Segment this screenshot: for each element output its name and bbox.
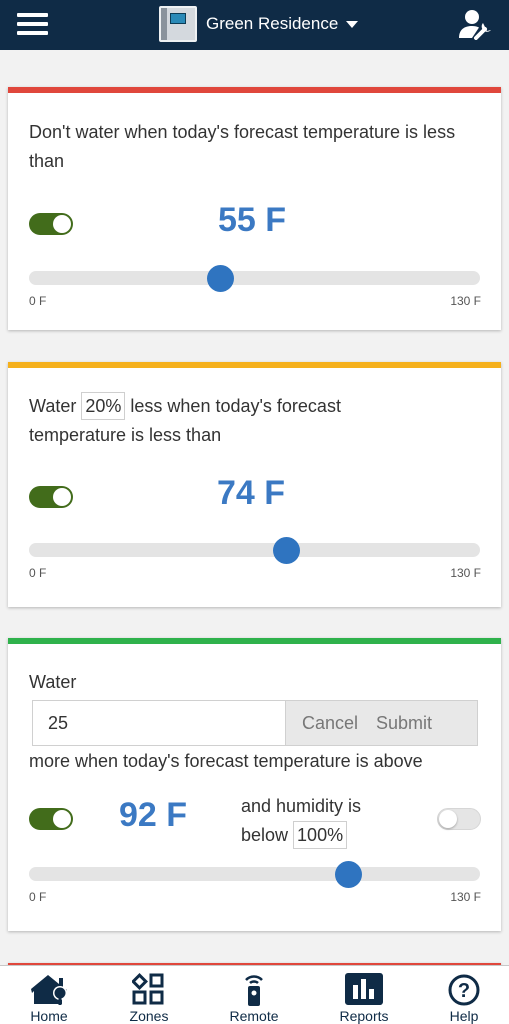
- nav-help[interactable]: ? Help: [419, 966, 509, 1024]
- bottom-nav: Home Zones Remote Reports ? Help: [0, 965, 509, 1024]
- reports-icon: [345, 973, 383, 1005]
- humidity-text: and humidity is below 100%: [241, 792, 401, 850]
- slider-max-label: 130 F: [450, 566, 481, 580]
- rule-text-suffix: more when today's forecast temperature i…: [29, 751, 423, 771]
- slider-min-label: 0 F: [29, 890, 47, 904]
- nav-zones[interactable]: Zones: [104, 966, 194, 1024]
- controller-name: Green Residence: [206, 14, 339, 33]
- percent-field[interactable]: 20%: [81, 392, 126, 420]
- zones-icon: [132, 973, 164, 1005]
- rule-enable-toggle[interactable]: [29, 486, 73, 508]
- controller-selector[interactable]: Green Residence: [159, 5, 359, 43]
- nav-reports[interactable]: Reports: [319, 966, 409, 1024]
- user-settings-icon[interactable]: [458, 8, 492, 40]
- nav-label: Reports: [339, 1008, 389, 1024]
- slider-max-label: 130 F: [450, 294, 481, 308]
- water-more-input[interactable]: 25: [33, 701, 286, 745]
- rule-card-dont-water: Don't water when today's forecast temper…: [8, 87, 501, 330]
- humidity-text-line1: and humidity is: [241, 796, 362, 816]
- temperature-slider[interactable]: [29, 537, 480, 564]
- humidity-text-line2: below: [241, 825, 289, 845]
- nav-label: Help: [449, 1008, 479, 1024]
- submit-button[interactable]: Submit: [369, 713, 439, 734]
- temperature-slider[interactable]: [29, 265, 480, 292]
- home-icon: [31, 975, 67, 1005]
- chevron-down-icon: [346, 20, 359, 28]
- slider-thumb[interactable]: [272, 537, 300, 564]
- cancel-button[interactable]: Cancel: [295, 713, 365, 734]
- rule-text-prefix: Water: [29, 672, 77, 692]
- nav-label: Home: [30, 1008, 68, 1024]
- remote-icon: [245, 975, 263, 1006]
- top-bar: Green Residence: [0, 0, 509, 50]
- humidity-enable-toggle[interactable]: [437, 808, 481, 830]
- humidity-field[interactable]: 100%: [293, 821, 348, 849]
- help-icon: ?: [448, 974, 480, 1006]
- rule-text: Water 20% less when today's forecast tem…: [29, 392, 484, 450]
- nav-home[interactable]: Home: [4, 966, 94, 1024]
- nav-remote[interactable]: Remote: [209, 966, 299, 1024]
- rule-enable-toggle[interactable]: [29, 213, 73, 235]
- rule-text: Don't water when today's forecast temper…: [29, 122, 456, 171]
- temperature-value: 92 F: [119, 796, 188, 834]
- svg-text:?: ?: [458, 980, 470, 1002]
- slider-thumb[interactable]: [206, 265, 234, 292]
- rule-card-water-less: Water 20% less when today's forecast tem…: [8, 362, 501, 607]
- temperature-value: 74 F: [217, 474, 286, 512]
- slider-thumb[interactable]: [335, 861, 363, 888]
- rule-text-prefix: Water: [29, 396, 77, 416]
- temperature-value: 55 F: [218, 201, 287, 239]
- slider-max-label: 130 F: [450, 890, 481, 904]
- hamburger-menu-icon[interactable]: [17, 11, 49, 39]
- rule-text-line2: temperature is less than: [29, 425, 222, 445]
- rule-card-water-more: Water 25 Cancel Submit more when today's…: [8, 638, 501, 931]
- water-more-input-group: 25 Cancel Submit: [32, 700, 478, 746]
- rule-enable-toggle[interactable]: [29, 808, 73, 830]
- slider-min-label: 0 F: [29, 566, 47, 580]
- slider-min-label: 0 F: [29, 294, 47, 308]
- nav-label: Remote: [229, 1008, 279, 1024]
- rule-text-suffix: less when today's forecast: [130, 396, 341, 416]
- nav-label: Zones: [129, 1008, 169, 1024]
- controller-device-icon: [159, 6, 197, 42]
- temperature-slider[interactable]: [29, 861, 480, 888]
